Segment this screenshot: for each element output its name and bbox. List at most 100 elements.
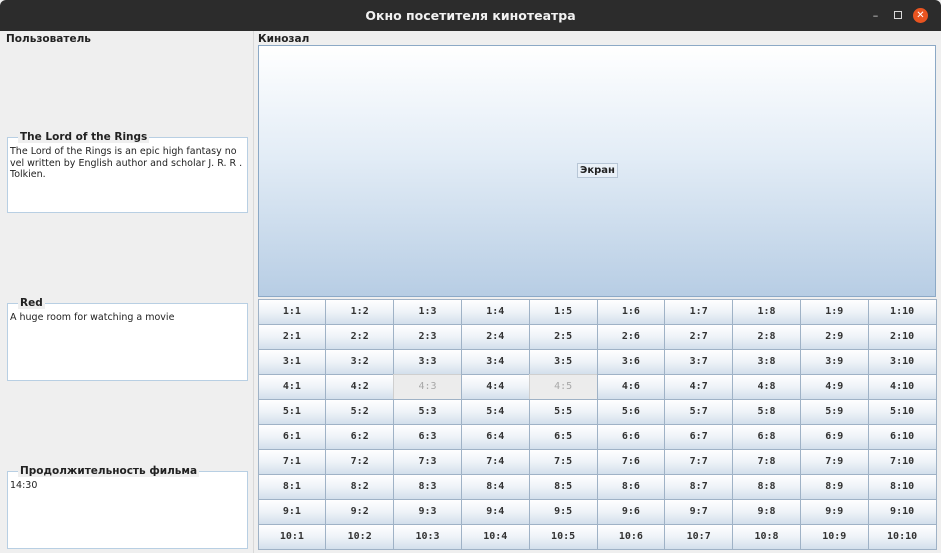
seat-button-8-3[interactable]: 8:3 bbox=[393, 473, 462, 500]
seat-button-4-6[interactable]: 4:6 bbox=[596, 373, 666, 400]
seat-button-10-3[interactable]: 10:3 bbox=[393, 523, 462, 550]
seat-button-2-1[interactable]: 2:1 bbox=[257, 323, 327, 350]
seat-button-4-1[interactable]: 4:1 bbox=[257, 373, 327, 400]
seat-button-6-8[interactable]: 6:8 bbox=[732, 423, 801, 450]
seat-button-7-5[interactable]: 7:5 bbox=[528, 448, 598, 475]
seat-button-5-5[interactable]: 5:5 bbox=[528, 398, 598, 425]
seat-button-1-6[interactable]: 1:6 bbox=[596, 298, 666, 325]
seat-button-8-6[interactable]: 8:6 bbox=[596, 473, 666, 500]
seat-button-5-3[interactable]: 5:3 bbox=[393, 398, 462, 425]
seat-button-8-5[interactable]: 8:5 bbox=[528, 473, 598, 500]
seat-button-9-7[interactable]: 9:7 bbox=[664, 498, 734, 525]
seat-button-4-9[interactable]: 4:9 bbox=[799, 373, 869, 400]
seat-button-7-3[interactable]: 7:3 bbox=[393, 448, 462, 475]
seat-button-1-2[interactable]: 1:2 bbox=[325, 298, 395, 325]
seat-button-8-2[interactable]: 8:2 bbox=[325, 473, 395, 500]
seat-button-3-3[interactable]: 3:3 bbox=[393, 348, 462, 375]
seat-button-4-10[interactable]: 4:10 bbox=[867, 373, 937, 400]
seat-button-1-1[interactable]: 1:1 bbox=[257, 298, 327, 325]
seat-button-7-4[interactable]: 7:4 bbox=[460, 448, 530, 475]
seat-button-5-7[interactable]: 5:7 bbox=[664, 398, 734, 425]
seat-button-10-6[interactable]: 10:6 bbox=[596, 523, 666, 550]
seat-button-9-5[interactable]: 9:5 bbox=[528, 498, 598, 525]
seat-button-8-1[interactable]: 8:1 bbox=[257, 473, 327, 500]
seat-button-7-6[interactable]: 7:6 bbox=[596, 448, 666, 475]
seat-button-1-5[interactable]: 1:5 bbox=[528, 298, 598, 325]
seat-button-9-8[interactable]: 9:8 bbox=[732, 498, 801, 525]
seat-button-2-6[interactable]: 2:6 bbox=[596, 323, 666, 350]
seat-button-6-6[interactable]: 6:6 bbox=[596, 423, 666, 450]
seat-button-5-8[interactable]: 5:8 bbox=[732, 398, 801, 425]
seat-button-5-4[interactable]: 5:4 bbox=[460, 398, 530, 425]
seat-button-1-9[interactable]: 1:9 bbox=[799, 298, 869, 325]
seat-button-7-2[interactable]: 7:2 bbox=[325, 448, 395, 475]
seat-button-9-9[interactable]: 9:9 bbox=[799, 498, 869, 525]
seat-button-6-9[interactable]: 6:9 bbox=[799, 423, 869, 450]
seat-button-8-7[interactable]: 8:7 bbox=[664, 473, 734, 500]
seat-button-1-4[interactable]: 1:4 bbox=[460, 298, 530, 325]
seat-button-3-1[interactable]: 3:1 bbox=[257, 348, 327, 375]
seat-button-3-2[interactable]: 3:2 bbox=[325, 348, 395, 375]
maximize-button[interactable] bbox=[890, 8, 905, 23]
seat-button-4-7[interactable]: 4:7 bbox=[664, 373, 734, 400]
seat-button-6-10[interactable]: 6:10 bbox=[867, 423, 937, 450]
seat-button-2-9[interactable]: 2:9 bbox=[799, 323, 869, 350]
seat-button-5-1[interactable]: 5:1 bbox=[257, 398, 327, 425]
seat-button-9-2[interactable]: 9:2 bbox=[325, 498, 395, 525]
close-button[interactable]: ✕ bbox=[913, 8, 928, 23]
seat-button-3-10[interactable]: 3:10 bbox=[867, 348, 937, 375]
seat-button-7-8[interactable]: 7:8 bbox=[732, 448, 801, 475]
seat-button-10-1[interactable]: 10:1 bbox=[257, 523, 327, 550]
seat-button-2-8[interactable]: 2:8 bbox=[732, 323, 801, 350]
seat-button-3-4[interactable]: 3:4 bbox=[460, 348, 530, 375]
seat-button-5-10[interactable]: 5:10 bbox=[867, 398, 937, 425]
seat-button-5-6[interactable]: 5:6 bbox=[596, 398, 666, 425]
seat-button-9-4[interactable]: 9:4 bbox=[460, 498, 530, 525]
seat-button-6-5[interactable]: 6:5 bbox=[528, 423, 598, 450]
seat-button-7-1[interactable]: 7:1 bbox=[257, 448, 327, 475]
seat-button-10-4[interactable]: 10:4 bbox=[460, 523, 530, 550]
seat-button-9-1[interactable]: 9:1 bbox=[257, 498, 327, 525]
seat-button-6-3[interactable]: 6:3 bbox=[393, 423, 462, 450]
seat-button-2-3[interactable]: 2:3 bbox=[393, 323, 462, 350]
seat-button-10-9[interactable]: 10:9 bbox=[799, 523, 869, 550]
seat-button-1-8[interactable]: 1:8 bbox=[732, 298, 801, 325]
seat-button-2-10[interactable]: 2:10 bbox=[867, 323, 937, 350]
seat-button-5-9[interactable]: 5:9 bbox=[799, 398, 869, 425]
seat-button-7-9[interactable]: 7:9 bbox=[799, 448, 869, 475]
seat-button-3-8[interactable]: 3:8 bbox=[732, 348, 801, 375]
seat-button-9-10[interactable]: 9:10 bbox=[867, 498, 937, 525]
seat-button-4-4[interactable]: 4:4 bbox=[460, 373, 530, 400]
minimize-button[interactable]: – bbox=[868, 8, 883, 23]
seat-button-10-7[interactable]: 10:7 bbox=[664, 523, 734, 550]
seat-button-3-5[interactable]: 3:5 bbox=[528, 348, 598, 375]
seat-button-3-6[interactable]: 3:6 bbox=[596, 348, 666, 375]
seat-button-2-5[interactable]: 2:5 bbox=[528, 323, 598, 350]
seat-button-4-8[interactable]: 4:8 bbox=[732, 373, 801, 400]
seat-button-3-9[interactable]: 3:9 bbox=[799, 348, 869, 375]
seat-button-10-2[interactable]: 10:2 bbox=[325, 523, 395, 550]
seat-button-2-2[interactable]: 2:2 bbox=[325, 323, 395, 350]
seat-button-9-3[interactable]: 9:3 bbox=[393, 498, 462, 525]
seat-button-1-3[interactable]: 1:3 bbox=[393, 298, 462, 325]
seat-button-6-7[interactable]: 6:7 bbox=[664, 423, 734, 450]
seat-button-4-2[interactable]: 4:2 bbox=[325, 373, 395, 400]
seat-button-8-9[interactable]: 8:9 bbox=[799, 473, 869, 500]
seat-button-8-4[interactable]: 8:4 bbox=[460, 473, 530, 500]
seat-button-10-5[interactable]: 10:5 bbox=[528, 523, 598, 550]
seat-button-6-1[interactable]: 6:1 bbox=[257, 423, 327, 450]
seat-button-3-7[interactable]: 3:7 bbox=[664, 348, 734, 375]
seat-button-6-2[interactable]: 6:2 bbox=[325, 423, 395, 450]
seat-button-2-4[interactable]: 2:4 bbox=[460, 323, 530, 350]
seat-button-6-4[interactable]: 6:4 bbox=[460, 423, 530, 450]
seat-button-9-6[interactable]: 9:6 bbox=[596, 498, 666, 525]
seat-button-1-7[interactable]: 1:7 bbox=[664, 298, 734, 325]
seat-button-10-8[interactable]: 10:8 bbox=[732, 523, 801, 550]
seat-button-10-10[interactable]: 10:10 bbox=[867, 523, 937, 550]
seat-button-8-8[interactable]: 8:8 bbox=[732, 473, 801, 500]
seat-button-7-10[interactable]: 7:10 bbox=[867, 448, 937, 475]
seat-button-1-10[interactable]: 1:10 bbox=[867, 298, 937, 325]
seat-button-7-7[interactable]: 7:7 bbox=[664, 448, 734, 475]
seat-button-2-7[interactable]: 2:7 bbox=[664, 323, 734, 350]
seat-button-8-10[interactable]: 8:10 bbox=[867, 473, 937, 500]
